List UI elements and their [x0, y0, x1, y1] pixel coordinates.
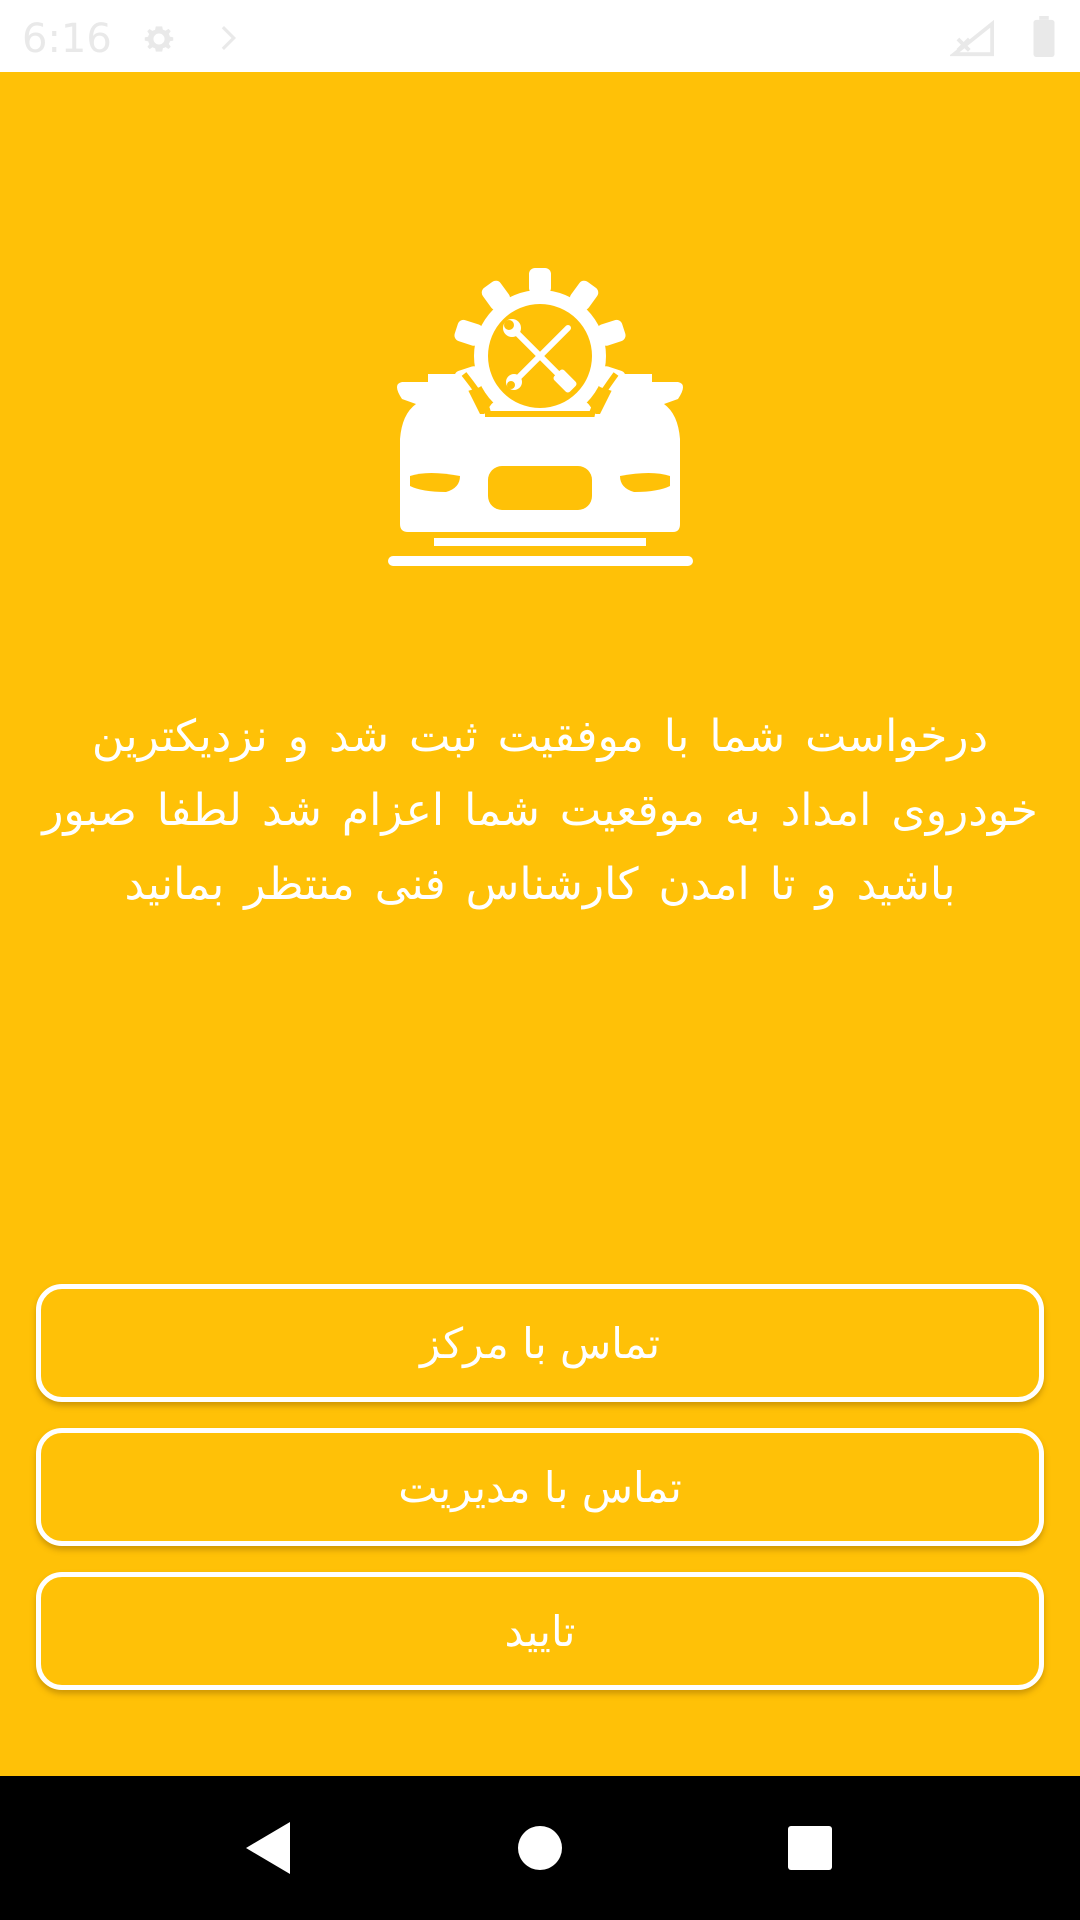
status-time: 6:16 — [22, 16, 112, 62]
car-repair-gear-icon — [388, 268, 693, 566]
confirm-button[interactable]: تایید — [36, 1572, 1044, 1690]
screen: 6:16 درخواست شما با موفقیت ثبت شد و نزدی… — [0, 0, 1080, 1920]
signal-icon — [950, 20, 994, 57]
home-icon[interactable] — [500, 1808, 580, 1888]
contact-center-button[interactable]: تماس با مرکز — [36, 1284, 1044, 1402]
success-message: درخواست شما با موفقیت ثبت شد و نزدیکترین… — [42, 711, 1038, 910]
recents-icon[interactable] — [770, 1808, 850, 1888]
status-bar: 6:16 — [0, 0, 1080, 72]
arrow-icon — [221, 26, 236, 50]
gear-icon — [144, 26, 174, 52]
back-icon[interactable] — [228, 1808, 308, 1888]
battery-icon — [1033, 16, 1055, 58]
contact-management-button[interactable]: تماس با مدیریت — [36, 1428, 1044, 1546]
navigation-bar — [0, 1776, 1080, 1920]
